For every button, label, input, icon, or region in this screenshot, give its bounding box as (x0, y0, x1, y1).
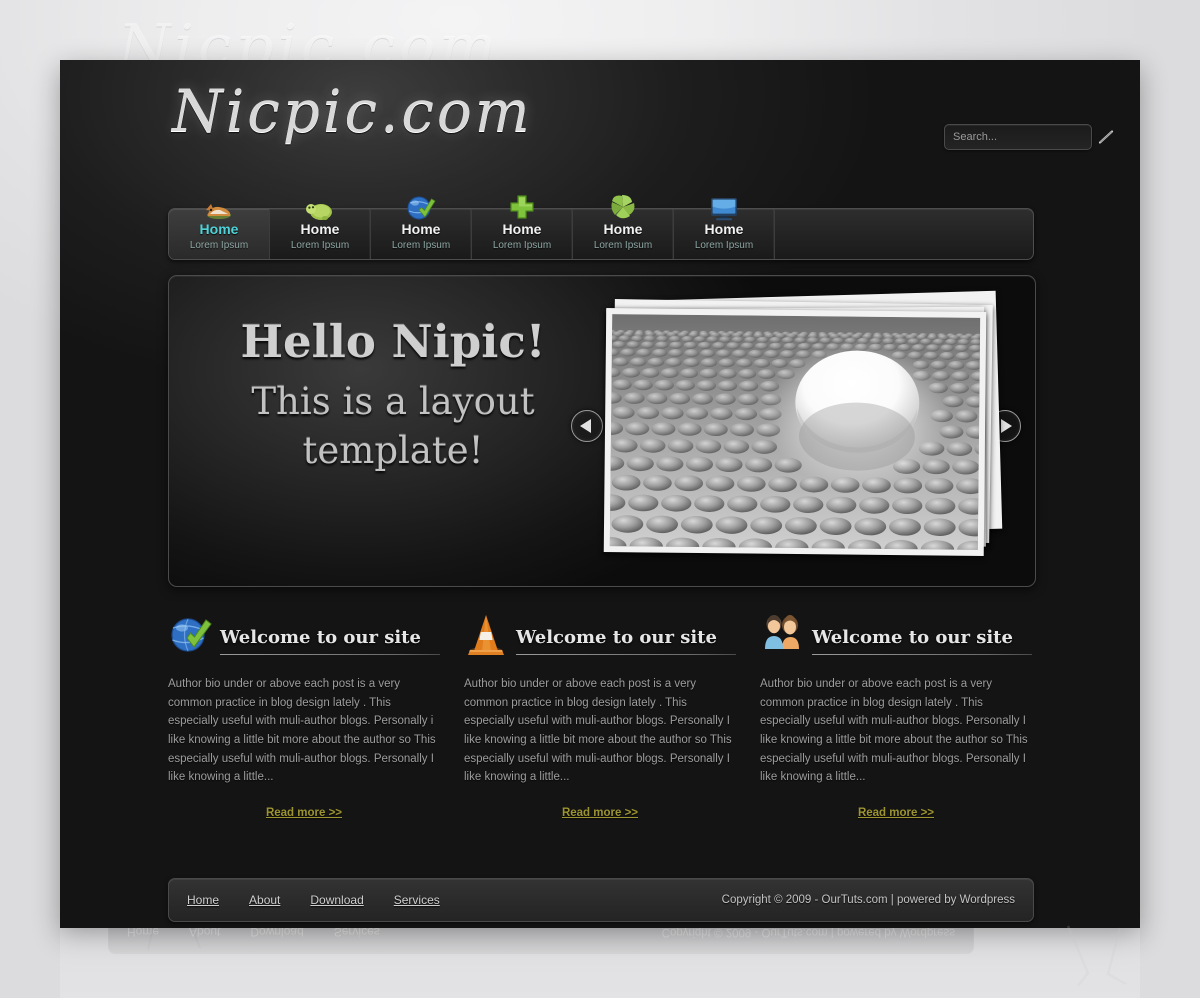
green-pinwheel-icon (611, 195, 635, 219)
feature-columns: Welcome to our site Author bio under or … (168, 605, 1034, 855)
globe-check-icon (407, 196, 436, 220)
feature-column-1: Welcome to our site Author bio under or … (168, 605, 440, 855)
footer-link-services[interactable]: Services (394, 893, 440, 907)
hero-photo-frame (603, 308, 987, 556)
users-icon (765, 615, 799, 649)
chevron-left-icon (580, 419, 591, 433)
hero-headline: Hello Nipic! (240, 315, 546, 368)
feature-body-text: Author bio under or above each post is a… (464, 678, 732, 784)
read-more-link[interactable]: Read more >> (562, 807, 638, 819)
feature-readmore-wrap: Read more >> (760, 803, 1032, 821)
turtle-icon (306, 204, 332, 220)
reflected-footer-copyright: Copyright © 2009 - OurTuts.com | powered… (661, 928, 955, 938)
nav-item-title: Home (199, 221, 239, 238)
fox-icon (206, 204, 231, 219)
site-header: Nicpic.com (60, 60, 1140, 200)
hero-slider: Hello Nipic! This is a layout template! (168, 275, 1036, 587)
feature-title: Welcome to our site (516, 627, 717, 648)
feature-readmore-wrap: Read more >> (168, 803, 440, 821)
nav-item-5[interactable]: Home Lorem Ipsum (573, 195, 674, 259)
page-reflection: Home About Download Services Copyright ©… (60, 928, 1140, 998)
nav-item-4[interactable]: Home Lorem Ipsum (472, 195, 573, 259)
feature-column-3: Welcome to our site Author bio under or … (760, 605, 1032, 855)
feature-header: Welcome to our site (168, 605, 440, 657)
magnifier-icon[interactable] (1097, 128, 1115, 146)
nav-item-subtitle: Lorem Ipsum (694, 239, 754, 251)
hero-photo-image (609, 314, 981, 550)
nav-item-3[interactable]: Home Lorem Ipsum (371, 196, 472, 259)
nav-item-6[interactable]: Home Lorem Ipsum (674, 198, 775, 259)
title-underline (516, 654, 736, 655)
feature-body-text: Author bio under or above each post is a… (760, 678, 1028, 784)
reflected-footer-link: Download (250, 928, 304, 939)
site-footer: Home About Download Services Copyright ©… (168, 878, 1034, 922)
hero-photo-stack[interactable] (599, 288, 1019, 568)
nav-item-2[interactable]: Home Lorem Ipsum (270, 204, 371, 259)
feature-title: Welcome to our site (220, 627, 421, 648)
nav-item-title: Home (704, 221, 744, 238)
monitor-icon (711, 198, 737, 221)
nav-item-subtitle: Lorem Ipsum (492, 239, 552, 251)
feature-title-wrap: Welcome to our site (516, 627, 736, 657)
hero-subline-1: This is a layout (251, 380, 535, 424)
feature-title: Welcome to our site (812, 627, 1013, 648)
traffic-cone-icon (468, 615, 504, 655)
reflected-footer-link: Services (333, 928, 380, 939)
feature-readmore-wrap: Read more >> (464, 803, 736, 821)
nav-item-subtitle: Lorem Ipsum (189, 239, 249, 251)
feature-column-2: Welcome to our site Author bio under or … (464, 605, 736, 855)
hero-text-block: Hello Nipic! This is a layout template! (193, 318, 593, 474)
nav-item-title: Home (603, 221, 643, 238)
read-more-link[interactable]: Read more >> (266, 807, 342, 819)
nav-item-title: Home (502, 221, 542, 238)
read-more-link[interactable]: Read more >> (858, 807, 934, 819)
reflected-footer-link: Home (127, 928, 160, 939)
footer-link-download[interactable]: Download (310, 893, 363, 907)
globe-check-icon (171, 618, 212, 652)
feature-header: Welcome to our site (464, 605, 736, 657)
feature-title-wrap: Welcome to our site (220, 627, 440, 657)
website-canvas: Nicpic.com Home Lorem Ipsum (60, 60, 1140, 928)
search-input[interactable] (951, 131, 1097, 143)
search-box[interactable] (944, 124, 1114, 150)
footer-link-about[interactable]: About (249, 893, 280, 907)
title-underline (812, 654, 1032, 655)
nav-item-subtitle: Lorem Ipsum (593, 239, 653, 251)
title-underline (220, 654, 440, 655)
nav-item-subtitle: Lorem Ipsum (391, 239, 451, 251)
reflected-footer-link: About (189, 928, 221, 939)
nav-item-1[interactable]: Home Lorem Ipsum (169, 204, 270, 259)
feature-header: Welcome to our site (760, 605, 1032, 657)
nav-item-subtitle: Lorem Ipsum (290, 239, 350, 251)
footer-copyright: Copyright © 2009 - OurTuts.com | powered… (721, 894, 1015, 906)
site-logo[interactable]: Nicpic.com (172, 82, 533, 140)
reflection-fade-mask (60, 928, 1140, 998)
nav-item-title: Home (300, 221, 340, 238)
nav-item-title: Home (401, 221, 441, 238)
hero-subline-2: template! (302, 428, 484, 472)
footer-links: Home About Download Services (187, 893, 440, 907)
main-navigation: Home Lorem Ipsum Home Lorem Ipsum Home L… (168, 195, 1034, 260)
corner-watermark (1066, 925, 1127, 987)
nav-empty-space (775, 209, 1033, 259)
footer-link-home[interactable]: Home (187, 893, 219, 907)
green-plus-icon (510, 195, 534, 219)
feature-body-text: Author bio under or above each post is a… (168, 678, 436, 784)
feature-title-wrap: Welcome to our site (812, 627, 1032, 657)
